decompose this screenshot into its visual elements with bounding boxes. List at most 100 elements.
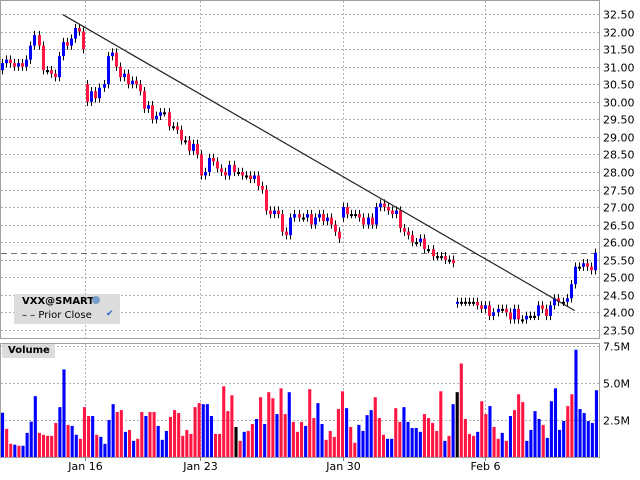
volume-bar bbox=[447, 435, 451, 457]
candle-body bbox=[586, 263, 589, 267]
volume-bar bbox=[62, 369, 66, 457]
volume-bar bbox=[37, 432, 41, 457]
candle-body bbox=[241, 171, 244, 176]
candle-body bbox=[379, 203, 382, 208]
candle-body bbox=[407, 231, 410, 236]
volume-axis: 7.5M 5.0M 2.5M bbox=[603, 341, 630, 428]
volume-bar bbox=[312, 418, 316, 457]
candle-body bbox=[533, 315, 536, 318]
candle-body bbox=[293, 214, 296, 218]
volume-bar bbox=[308, 389, 312, 457]
candle-body bbox=[501, 308, 504, 311]
candle-body bbox=[371, 217, 374, 225]
volume-bar bbox=[173, 410, 177, 457]
volume-bar bbox=[226, 411, 230, 457]
volume-bar bbox=[164, 430, 168, 457]
volume-bar bbox=[160, 439, 164, 457]
candle-body bbox=[269, 210, 272, 215]
volume-bar bbox=[336, 409, 340, 457]
volume-bar bbox=[238, 440, 242, 457]
volume-bar bbox=[435, 430, 439, 457]
candle-body bbox=[403, 228, 406, 232]
volume-bar bbox=[291, 421, 295, 457]
candle-body bbox=[411, 235, 414, 243]
price-tick-label: 27.00 bbox=[603, 202, 635, 215]
volume-bar bbox=[418, 431, 422, 457]
volume-bar bbox=[521, 402, 525, 457]
volume-bar bbox=[259, 397, 263, 457]
candle-body bbox=[168, 112, 171, 127]
candle-body bbox=[354, 214, 357, 217]
price-tick-label: 29.50 bbox=[603, 114, 635, 127]
volume-bar bbox=[431, 422, 435, 457]
candle-body bbox=[460, 301, 463, 304]
globe-icon[interactable] bbox=[92, 296, 100, 304]
volume-bar bbox=[185, 429, 189, 457]
candle-body bbox=[350, 214, 353, 217]
candle-body bbox=[590, 266, 593, 271]
volume-bar bbox=[324, 439, 328, 457]
candle-body bbox=[33, 35, 36, 46]
date-axis: Jan 16 Jan 23 Jan 30 Feb 6 bbox=[67, 457, 500, 473]
price-tick-label: 27.50 bbox=[603, 185, 635, 198]
candle-body bbox=[484, 305, 487, 309]
volume-bar bbox=[345, 408, 349, 457]
candle-body bbox=[464, 301, 467, 304]
candle-body bbox=[38, 35, 41, 46]
candle-body bbox=[25, 59, 28, 67]
candle-body bbox=[103, 84, 106, 88]
volume-bar bbox=[148, 412, 152, 457]
candle-body bbox=[419, 238, 422, 243]
price-tick-label: 26.50 bbox=[603, 220, 635, 233]
volume-bar bbox=[74, 434, 78, 457]
volume-bar bbox=[443, 440, 447, 457]
candle-body bbox=[86, 84, 89, 102]
volume-bar bbox=[508, 416, 512, 457]
candle-body bbox=[1, 63, 4, 71]
candle-body bbox=[472, 301, 475, 304]
candle-body bbox=[334, 224, 337, 232]
price-tick-label: 29.00 bbox=[603, 132, 635, 145]
candle-body bbox=[159, 112, 162, 116]
volume-bar bbox=[25, 432, 29, 457]
volume-bar bbox=[33, 396, 37, 457]
candle-body bbox=[448, 259, 451, 262]
candle-body bbox=[399, 210, 402, 229]
candle-body bbox=[9, 59, 12, 64]
legend: VXX@SMART – – Prior Close ✔ bbox=[14, 294, 120, 324]
volume-bar bbox=[177, 413, 181, 457]
candle-body bbox=[249, 175, 252, 179]
volume-bar bbox=[127, 429, 132, 457]
volume-bar bbox=[304, 425, 308, 457]
price-tick-label: 23.50 bbox=[603, 325, 635, 338]
legend-symbol[interactable]: VXX@SMART bbox=[22, 296, 94, 307]
volume-bar bbox=[205, 404, 209, 457]
candle-body bbox=[139, 84, 142, 92]
candle-body bbox=[456, 301, 459, 304]
volume-bar bbox=[373, 397, 377, 457]
candle-body bbox=[342, 207, 345, 218]
volume-bar bbox=[213, 433, 218, 457]
candle-body bbox=[566, 298, 569, 302]
candle-body bbox=[480, 305, 483, 309]
checkbox-checked-icon[interactable]: ✔ bbox=[106, 310, 115, 319]
candle-body bbox=[115, 52, 118, 67]
volume-bar bbox=[279, 388, 283, 457]
volume-bar bbox=[390, 438, 394, 457]
volume-bar bbox=[480, 401, 484, 457]
candle-body bbox=[176, 126, 179, 130]
volume-bar bbox=[467, 433, 472, 457]
candle-body bbox=[5, 59, 8, 64]
price-tick-label: 24.00 bbox=[603, 307, 635, 320]
volume-bar bbox=[386, 438, 390, 457]
volume-bar bbox=[82, 407, 87, 457]
candle-body bbox=[54, 73, 57, 78]
candle-body bbox=[497, 308, 500, 313]
volume-bar bbox=[590, 422, 594, 457]
candle-body bbox=[281, 214, 284, 232]
volume-bar bbox=[103, 443, 107, 457]
candle-body bbox=[273, 210, 276, 215]
candle-body bbox=[13, 63, 16, 67]
volume-bar bbox=[222, 386, 226, 457]
volume-bar bbox=[316, 403, 320, 457]
